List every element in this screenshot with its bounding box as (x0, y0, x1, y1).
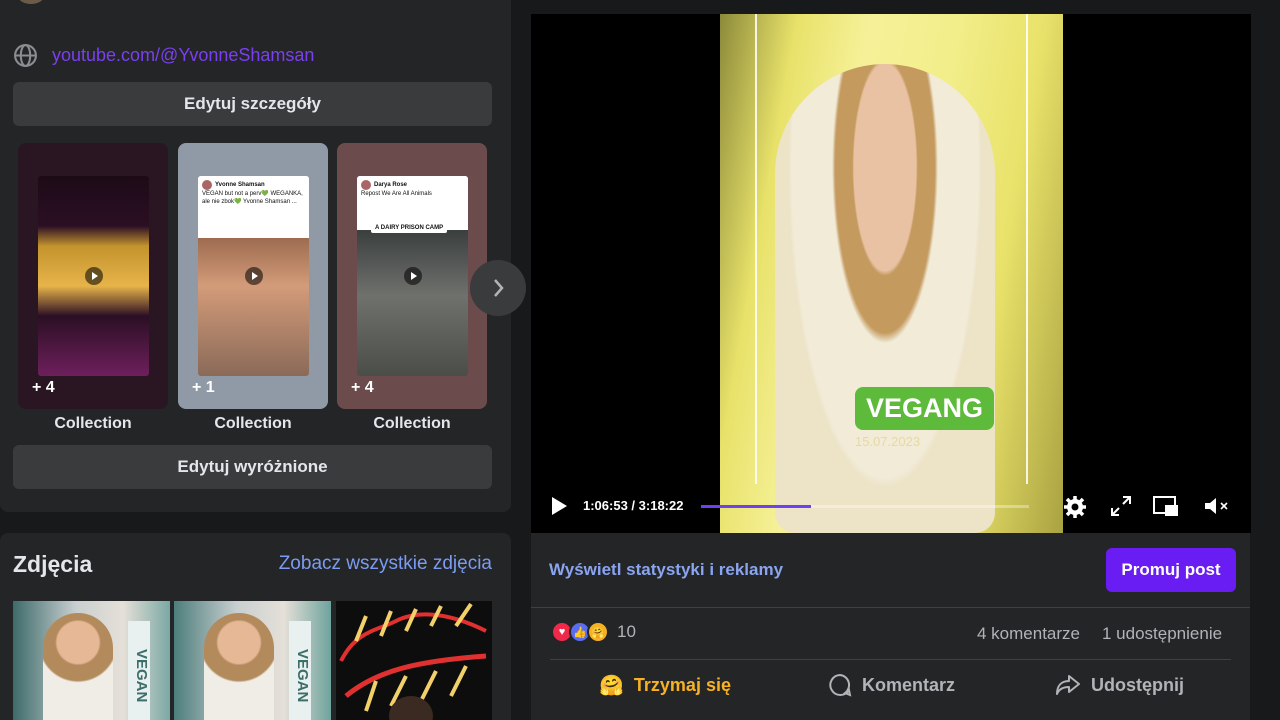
edit-details-button[interactable]: Edytuj szczegóły (13, 82, 492, 126)
collection-label: Collection (54, 415, 132, 432)
divider (550, 659, 1231, 660)
website-row: youtube.com/@YvonneShamsan (13, 43, 314, 68)
view-insights-link[interactable]: Wyświetl statystyki i reklamy (549, 560, 783, 580)
reactions-summary[interactable]: ♥ 👍 🤗 10 (551, 621, 636, 643)
avatar (361, 180, 371, 190)
artwork-image (339, 602, 487, 720)
comments-count[interactable]: 4 komentarze (977, 624, 1080, 644)
collection-count: + 1 (192, 379, 215, 396)
video-overlay-caption: A DAIRY PRISON CAMP (371, 223, 448, 233)
photos-title: Zdjęcia (13, 551, 93, 577)
share-label: Udostępnij (1091, 674, 1184, 695)
collection-count: + 4 (32, 379, 55, 396)
video-player[interactable]: VEGANG 15.07.2023 1:06:53 / 3:18:22 (531, 14, 1251, 533)
comment-icon (829, 673, 852, 697)
care-reaction-icon: 🤗 (587, 621, 609, 643)
collection-thumbnail: Darya Rose Repost We Are All Animals A D… (357, 176, 468, 376)
post-author: Darya Rose (374, 182, 408, 188)
play-icon (84, 267, 103, 285)
vegan-sign: VEGAN (289, 621, 311, 720)
post-text: Repost We Are All Animals (361, 191, 432, 197)
video-overlay-date: 15.07.2023 (855, 434, 921, 449)
care-reaction-button[interactable]: 🤗 Trzymaj się (599, 673, 731, 698)
avatar (202, 180, 212, 190)
muted-volume-icon[interactable] (1203, 495, 1231, 517)
fullscreen-icon[interactable] (1110, 495, 1132, 517)
featured-collection-3[interactable]: Darya Rose Repost We Are All Animals A D… (337, 143, 487, 409)
progress-fill (701, 505, 812, 508)
vegan-sign: VEGAN (128, 621, 150, 720)
next-arrow-button[interactable] (470, 260, 526, 316)
shares-count[interactable]: 1 udostępnienie (1102, 624, 1222, 644)
care-label: Trzymaj się (633, 675, 731, 695)
frame-border (755, 14, 757, 484)
see-all-photos-link[interactable]: Zobacz wszystkie zdjęcia (279, 553, 492, 575)
collection-thumbnail (38, 176, 149, 376)
collection-label: Collection (373, 415, 451, 432)
post-text: VEGAN but not a perv💚 WEGANKA, ale nie z… (202, 191, 303, 205)
duration: 3:18:22 (638, 498, 684, 513)
collection-label: Collection (214, 415, 292, 432)
care-icon: 🤗 (599, 675, 624, 697)
comment-button[interactable]: Komentarz (828, 673, 955, 697)
comment-label: Komentarz (862, 674, 956, 695)
post-author: Yvonne Shamsan (215, 182, 265, 188)
play-icon (244, 267, 263, 285)
divider (531, 607, 1250, 608)
reaction-count: 10 (617, 622, 636, 641)
share-icon (1056, 675, 1080, 695)
play-icon (403, 267, 422, 285)
collection-thumbnail: Yvonne Shamsan VEGAN but not a perv💚 WEG… (198, 176, 309, 376)
chevron-right-icon (494, 279, 504, 297)
video-frame (720, 14, 1063, 533)
person-image (43, 613, 113, 720)
picture-in-picture-icon[interactable] (1153, 495, 1179, 517)
settings-gear-icon[interactable] (1063, 495, 1087, 519)
person-image (775, 64, 995, 533)
photo-thumbnail[interactable]: VEGAN (13, 601, 170, 720)
featured-collection-1[interactable]: + 4 (18, 143, 168, 409)
post-footer: Wyświetl statystyki i reklamy Promuj pos… (531, 533, 1250, 720)
share-button[interactable]: Udostępnij (1055, 673, 1184, 697)
globe-icon (14, 44, 37, 67)
edit-featured-button[interactable]: Edytuj wyróżnione (13, 445, 492, 489)
play-icon[interactable] (549, 495, 569, 517)
current-time: 1:06:53 (583, 498, 628, 513)
time-display: 1:06:53 / 3:18:22 (583, 498, 684, 513)
post-preview: Yvonne Shamsan VEGAN but not a perv💚 WEG… (198, 176, 309, 238)
photo-thumbnail[interactable]: VEGAN (174, 601, 331, 720)
photo-thumbnail[interactable] (336, 601, 492, 720)
featured-collection-2[interactable]: Yvonne Shamsan VEGAN but not a perv💚 WEG… (178, 143, 328, 409)
progress-bar[interactable] (701, 505, 1029, 508)
post-preview: Darya Rose Repost We Are All Animals (357, 176, 468, 228)
frame-border (1026, 14, 1028, 484)
collection-count: + 4 (351, 379, 374, 396)
website-link[interactable]: youtube.com/@YvonneShamsan (52, 45, 314, 66)
video-overlay-badge: VEGANG (855, 387, 995, 430)
person-image (204, 613, 274, 720)
promote-post-button[interactable]: Promuj post (1106, 548, 1236, 592)
video-controls: 1:06:53 / 3:18:22 (531, 491, 1251, 521)
